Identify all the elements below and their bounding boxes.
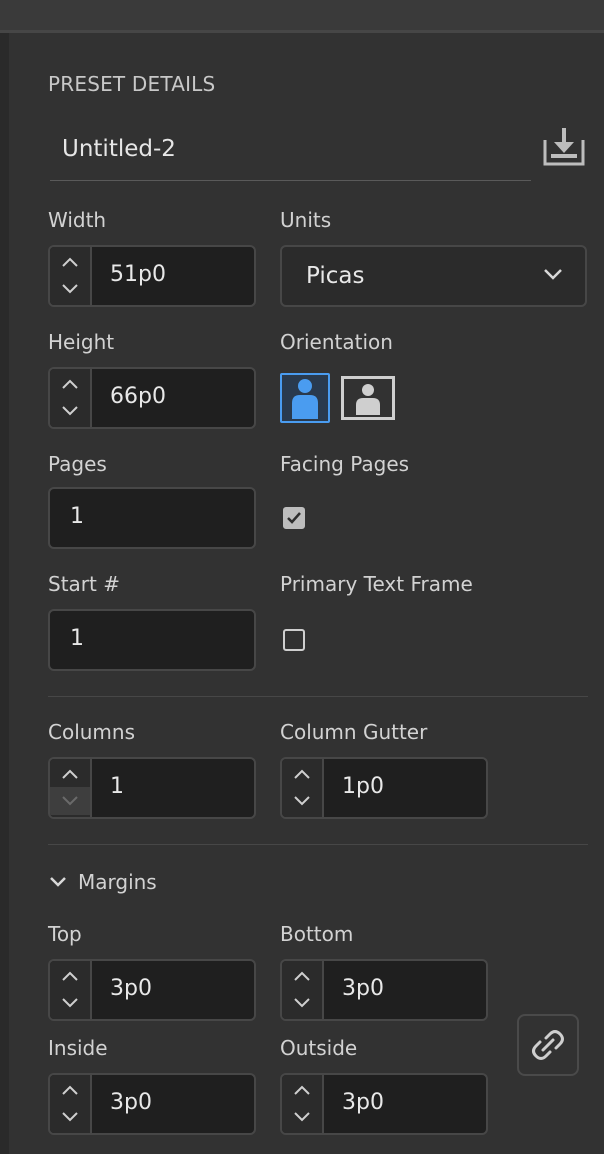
chevron-down-icon <box>544 269 562 280</box>
width-label: Width <box>48 208 107 232</box>
columns-label: Columns <box>48 720 136 744</box>
orientation-landscape-button[interactable] <box>341 376 395 420</box>
chevron-down-icon <box>62 284 78 294</box>
margin-outside-decrement-button[interactable] <box>282 1103 322 1131</box>
pages-label: Pages <box>48 452 107 476</box>
document-name-field[interactable]: Untitled-2 <box>50 124 531 181</box>
width-value: 51p0 <box>110 262 166 287</box>
chevron-down-icon <box>62 1112 78 1122</box>
chevron-up-icon <box>294 769 310 779</box>
margin-top-decrement-button[interactable] <box>50 989 90 1017</box>
margin-top-stepper[interactable]: 3p0 <box>48 959 256 1021</box>
panel-left-edge <box>0 33 9 1154</box>
link-margins-button[interactable] <box>517 1014 579 1076</box>
margin-bottom-stepper[interactable]: 3p0 <box>280 959 488 1021</box>
margin-inside-label: Inside <box>48 1036 108 1060</box>
columns-value: 1 <box>110 774 124 799</box>
margin-top-increment-button[interactable] <box>50 961 90 989</box>
facing-pages-checkbox[interactable] <box>283 507 305 529</box>
height-increment-button[interactable] <box>50 369 90 397</box>
save-preset-icon <box>543 128 585 166</box>
divider <box>48 844 588 845</box>
width-increment-button[interactable] <box>50 247 90 275</box>
margin-bottom-increment-button[interactable] <box>282 961 322 989</box>
panel-top-bar <box>0 0 604 33</box>
margin-inside-value: 3p0 <box>110 1090 152 1115</box>
portrait-orientation-icon <box>292 379 318 419</box>
margin-bottom-stepper-arrows <box>282 961 324 1019</box>
start-number-input[interactable]: 1 <box>48 609 256 671</box>
column-gutter-decrement-button[interactable] <box>282 787 322 815</box>
column-gutter-label: Column Gutter <box>280 720 428 744</box>
primary-text-frame-checkbox[interactable] <box>283 629 305 651</box>
start-number-value: 1 <box>70 626 84 651</box>
columns-stepper[interactable]: 1 <box>48 757 256 819</box>
columns-decrement-button[interactable] <box>50 787 90 815</box>
margin-top-value: 3p0 <box>110 976 152 1001</box>
chevron-up-icon <box>62 257 78 267</box>
pages-input[interactable]: 1 <box>48 487 256 549</box>
chevron-down-icon <box>294 796 310 806</box>
margin-inside-decrement-button[interactable] <box>50 1103 90 1131</box>
column-gutter-value: 1p0 <box>342 774 384 799</box>
margin-inside-stepper[interactable]: 3p0 <box>48 1073 256 1135</box>
margin-outside-value: 3p0 <box>342 1090 384 1115</box>
chevron-down-icon <box>62 998 78 1008</box>
height-value: 66p0 <box>110 384 166 409</box>
margin-bottom-value: 3p0 <box>342 976 384 1001</box>
start-number-label: Start # <box>48 572 120 596</box>
landscape-orientation-icon <box>341 376 395 420</box>
chevron-down-icon <box>62 406 78 416</box>
width-stepper[interactable]: 51p0 <box>48 245 256 307</box>
document-name-value: Untitled-2 <box>62 136 176 162</box>
units-value: Picas <box>306 263 365 289</box>
section-title: PRESET DETAILS <box>48 72 216 96</box>
divider <box>48 696 588 697</box>
chevron-up-icon <box>62 769 78 779</box>
width-decrement-button[interactable] <box>50 275 90 303</box>
save-preset-button[interactable] <box>542 126 586 168</box>
chevron-down-icon <box>50 877 66 887</box>
chevron-down-icon <box>294 1112 310 1122</box>
margin-outside-stepper-arrows <box>282 1075 324 1133</box>
chevron-up-icon <box>62 379 78 389</box>
margins-title: Margins <box>78 870 157 894</box>
height-stepper[interactable]: 66p0 <box>48 367 256 429</box>
margin-outside-increment-button[interactable] <box>282 1075 322 1103</box>
units-dropdown[interactable]: Picas <box>280 245 587 307</box>
margin-top-label: Top <box>48 922 82 946</box>
height-stepper-arrows <box>50 369 92 427</box>
height-label: Height <box>48 330 115 354</box>
checkmark-icon <box>287 512 301 524</box>
width-stepper-arrows <box>50 247 92 305</box>
chevron-down-icon <box>62 796 78 806</box>
chevron-down-icon <box>294 998 310 1008</box>
chevron-up-icon <box>62 971 78 981</box>
column-gutter-stepper[interactable]: 1p0 <box>280 757 488 819</box>
margin-top-stepper-arrows <box>50 961 92 1019</box>
units-label: Units <box>280 208 332 232</box>
columns-increment-button[interactable] <box>50 759 90 787</box>
margin-outside-label: Outside <box>280 1036 358 1060</box>
facing-pages-label: Facing Pages <box>280 452 410 476</box>
orientation-portrait-button[interactable] <box>280 373 330 423</box>
margin-bottom-label: Bottom <box>280 922 354 946</box>
height-decrement-button[interactable] <box>50 397 90 425</box>
columns-stepper-arrows <box>50 759 92 817</box>
column-gutter-increment-button[interactable] <box>282 759 322 787</box>
margin-outside-stepper[interactable]: 3p0 <box>280 1073 488 1135</box>
orientation-label: Orientation <box>280 330 393 354</box>
column-gutter-stepper-arrows <box>282 759 324 817</box>
chevron-up-icon <box>62 1085 78 1095</box>
margin-bottom-decrement-button[interactable] <box>282 989 322 1017</box>
chevron-up-icon <box>294 971 310 981</box>
margin-inside-increment-button[interactable] <box>50 1075 90 1103</box>
chevron-up-icon <box>294 1085 310 1095</box>
margin-inside-stepper-arrows <box>50 1075 92 1133</box>
pages-value: 1 <box>70 504 84 529</box>
primary-text-frame-label: Primary Text Frame <box>280 572 473 596</box>
link-icon <box>532 1030 564 1060</box>
